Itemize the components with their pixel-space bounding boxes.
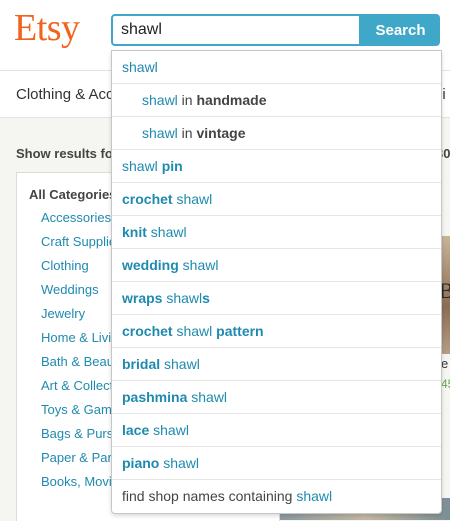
suggestion-text-post-bold: pin xyxy=(161,158,183,174)
search-button[interactable]: Search xyxy=(361,14,440,46)
suggestion-text-pre-bold: crochet xyxy=(122,191,177,207)
category-link[interactable]: Bags & Purs xyxy=(41,425,116,449)
suggestion-text-pre-bold: piano xyxy=(122,455,164,471)
search-suggestion[interactable]: lace shawl xyxy=(112,414,441,447)
suggestion-text-post-bold: s xyxy=(202,290,210,306)
search-suggestions-dropdown: shawl shawl in handmade shawl in vintage sh… xyxy=(111,50,442,514)
suggestion-text-pre-bold: pashmina xyxy=(122,389,192,405)
suggestion-text-mid: shawl xyxy=(191,389,228,405)
all-categories-heading[interactable]: All Categories xyxy=(29,187,116,202)
search-suggestion[interactable]: bridal shawl xyxy=(112,348,441,381)
suggestion-text-mid: shawl xyxy=(150,224,187,240)
suggestion-text-pre: find shop names containing xyxy=(122,488,297,504)
suggestion-text-mid: shawl xyxy=(153,422,189,438)
search-suggestion[interactable]: pashmina shawl xyxy=(112,381,441,414)
search-suggestion[interactable]: shawl pin xyxy=(112,150,441,183)
search-suggestion[interactable]: find shop names containing shawl xyxy=(112,480,441,513)
category-link[interactable]: Accessories xyxy=(41,209,116,233)
search-input[interactable] xyxy=(111,14,361,46)
etsy-logo[interactable]: Etsy xyxy=(14,6,80,50)
category-link[interactable]: Jewelry xyxy=(41,305,116,329)
suggestion-text-mid: shawl xyxy=(122,59,158,75)
suggestion-text-mid: shawl xyxy=(176,323,217,339)
suggestion-text-mid: shawl xyxy=(142,92,178,108)
suggestion-text-mid: shawl xyxy=(163,455,200,471)
category-link[interactable]: Clothing xyxy=(41,257,116,281)
show-results-label: Show results fo xyxy=(16,146,113,161)
suggestion-text-suffix: in xyxy=(177,92,197,108)
suggestion-text-mid: shawl xyxy=(164,356,200,372)
suggestion-text-pre-bold: wraps xyxy=(122,290,167,306)
suggestion-text-mid: shawl xyxy=(122,158,162,174)
search-suggestion[interactable]: piano shawl xyxy=(112,447,441,480)
suggestion-text-mid: shawl xyxy=(182,257,219,273)
category-link[interactable]: Home & Livi xyxy=(41,329,116,353)
suggestion-text-suffix-bold: handmade xyxy=(196,92,267,108)
suggestion-text-pre-bold: lace xyxy=(122,422,154,438)
suggestion-text-mid: shawl xyxy=(142,125,178,141)
category-link[interactable]: Toys & Gam xyxy=(41,401,116,425)
category-list: Accessories Craft Supplie Clothing Weddi… xyxy=(41,209,116,497)
search-suggestion[interactable]: wedding shawl xyxy=(112,249,441,282)
listing-title[interactable]: e xyxy=(441,356,448,371)
search-suggestion[interactable]: shawl in handmade xyxy=(112,84,441,117)
nav-item-clothing[interactable]: Clothing & Acce xyxy=(16,86,122,103)
search-suggestion[interactable]: shawl in vintage xyxy=(112,117,441,150)
suggestion-text-mid: shawl xyxy=(176,191,213,207)
search-suggestion[interactable]: shawl xyxy=(112,51,441,84)
category-link[interactable]: Bath & Beau xyxy=(41,353,116,377)
suggestion-text-mid: shawl xyxy=(296,488,333,504)
suggestion-text-pre-bold: knit xyxy=(122,224,151,240)
category-link[interactable]: Art & Collect xyxy=(41,377,116,401)
suggestion-text-pre-bold: crochet xyxy=(122,323,177,339)
suggestion-text-suffix-bold: vintage xyxy=(196,125,246,141)
listing-price: 45 xyxy=(441,377,450,391)
category-link[interactable]: Paper & Par xyxy=(41,449,116,473)
suggestion-text-mid: shawl xyxy=(166,290,203,306)
suggestion-text-pre-bold: wedding xyxy=(122,257,183,273)
category-link[interactable]: Weddings xyxy=(41,281,116,305)
search-suggestion[interactable]: crochet shawl pattern xyxy=(112,315,441,348)
suggestion-text-pre-bold: bridal xyxy=(122,356,165,372)
category-link[interactable]: Craft Supplie xyxy=(41,233,116,257)
suggestion-text-post-bold: pattern xyxy=(216,323,264,339)
search-suggestion[interactable]: crochet shawl xyxy=(112,183,441,216)
suggestion-text-suffix: in xyxy=(177,125,197,141)
search-suggestion[interactable]: knit shawl xyxy=(112,216,441,249)
search-suggestion[interactable]: wraps shawls xyxy=(112,282,441,315)
category-link[interactable]: Books, Movi xyxy=(41,473,116,497)
